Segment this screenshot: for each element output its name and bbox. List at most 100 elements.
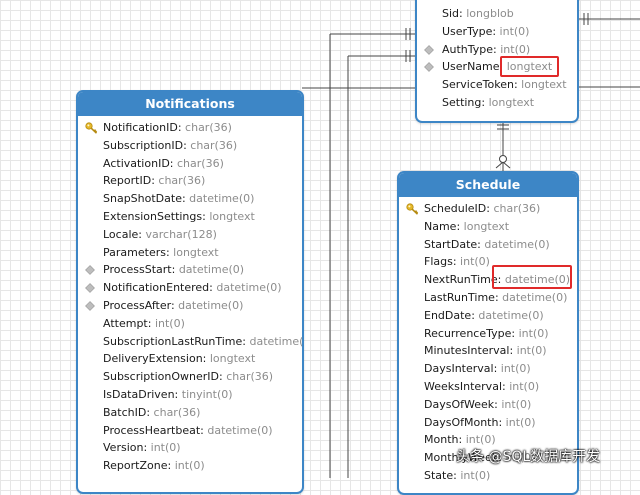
field-name: Sid [442,7,460,20]
field-name: ExtensionSettings [103,209,203,223]
field-name: SubscriptionID [103,138,184,152]
field-type: longtext [209,352,256,366]
field-row[interactable]: Locale: varchar(128) [78,226,302,244]
field-type: char(36) [177,156,224,170]
index-diamond-icon [424,61,437,73]
field-row[interactable]: BatchID: char(36) [78,404,302,422]
field-type: char(36) [185,121,232,134]
field-row[interactable]: SubscriptionLastRunTime: datetime(0) [78,333,302,351]
index-diamond-icon [424,44,437,56]
field-row[interactable]: DeliveryExtension: longtext [78,350,302,368]
field-type: longtext [209,209,255,223]
field-separator: : [492,24,500,38]
field-row[interactable]: ProcessHeartbeat: datetime(0) [78,422,302,440]
field-name: Setting [442,95,482,109]
field-name: WeeksInterval [424,379,502,393]
field-row[interactable]: UserType: int(0) [417,23,577,41]
field-type: char(36) [158,174,206,188]
field-type: int(0) [460,468,491,482]
field-row[interactable]: Setting: longtext [417,94,577,112]
field-name: DaysOfMonth [424,415,499,429]
field-name: RecurrenceType [424,326,512,340]
field-row[interactable]: ReportID: char(36) [78,172,302,190]
field-separator: : [177,121,186,134]
entity-schedule-fields: ScheduleID: char(36) Name: longtext StartD… [399,197,577,485]
field-row[interactable]: NotificationID: char(36) [78,119,302,137]
field-type: tinyint(0) [181,387,233,401]
field-type: char(36) [493,202,541,215]
field-row[interactable]: ExtensionSettings: longtext [78,208,302,226]
field-name: ProcessStart [103,263,172,277]
field-name: EndDate [424,308,472,322]
field-row[interactable]: Parameters: longtext [78,244,302,262]
field-row[interactable]: SnapShotDate: datetime(0) [78,190,302,208]
field-separator: : [456,219,464,233]
field-row[interactable]: ScheduleID: char(36) [399,200,577,218]
field-name: ProcessHeartbeat [103,423,201,437]
field-row[interactable]: Version: int(0) [78,439,302,457]
entity-schedule-title: Schedule [399,173,577,197]
field-row[interactable]: RecurrenceType: int(0) [399,325,577,343]
field-type: int(0) [501,397,532,411]
field-row[interactable]: ActivationID: char(36) [78,155,302,173]
field-row[interactable]: SubscriptionOwnerID: char(36) [78,368,302,386]
field-row[interactable]: WeeksInterval: int(0) [399,378,577,396]
field-name: Flags [424,255,453,269]
field-name: SubscriptionLastRunTime [103,334,243,348]
field-separator: : [147,316,155,330]
field-type: datetime(0) [178,263,245,277]
entity-notifications-fields: NotificationID: char(36) SubscriptionID: … [78,116,302,475]
field-type: datetime(0) [478,308,544,322]
field-row[interactable]: EndDate: datetime(0) [399,307,577,325]
field-row[interactable]: DaysOfMonth: int(0) [399,414,577,432]
field-name: Locale [103,227,139,241]
field-type: char(36) [190,138,238,152]
field-row[interactable]: ServiceToken: longtext [417,76,577,94]
field-separator: : [169,156,177,170]
field-type: datetime(0) [178,298,244,312]
field-row[interactable]: NotificationEntered: datetime(0) [78,279,302,297]
primary-key-icon [85,122,98,134]
watermark: 头条 @SQL数据库开发 [456,449,601,465]
field-row[interactable]: Sid: longblob [417,5,577,23]
field-row[interactable]: ReportZone: int(0) [78,457,302,475]
field-type: char(36) [153,405,201,419]
field-name: State [424,468,454,482]
field-type: int(0) [509,379,540,393]
field-row[interactable]: LastRunTime: datetime(0) [399,289,577,307]
field-name: LastRunTime [424,290,495,304]
field-separator: : [511,326,519,340]
field-name: ProcessAfter [103,298,171,312]
field-type: int(0) [516,344,547,358]
field-row[interactable]: Name: longtext [399,218,577,236]
field-separator: : [498,415,506,429]
field-type: longtext [521,78,567,92]
highlight-username-type [500,56,559,77]
field-name: Parameters [103,245,166,259]
field-name: NotificationEntered [103,281,210,295]
field-row[interactable]: ProcessStart: datetime(0) [78,261,302,279]
field-name: NextRunTime [424,273,498,287]
field-row[interactable]: StartDate: datetime(0) [399,236,577,254]
field-separator: : [171,263,179,277]
field-row[interactable]: MinutesInterval: int(0) [399,342,577,360]
field-row[interactable]: DaysOfWeek: int(0) [399,396,577,414]
field-row[interactable]: DaysInterval: int(0) [399,360,577,378]
field-type: int(0) [150,441,181,455]
field-row[interactable]: Attempt: int(0) [78,315,302,333]
field-name: ReportZone [103,459,168,473]
field-row[interactable]: ProcessAfter: datetime(0) [78,297,302,315]
field-name: Name [424,219,457,233]
field-name: MinutesInterval [424,344,510,358]
field-name: ActivationID [103,156,170,170]
index-diamond-icon [85,264,98,276]
field-name: ReportID [103,174,152,188]
field-row[interactable]: State: int(0) [399,467,577,485]
field-separator: : [481,95,489,109]
field-separator: : [174,387,182,401]
field-row[interactable]: SubscriptionID: char(36) [78,137,302,155]
field-row[interactable]: IsDataDriven: tinyint(0) [78,386,302,404]
entity-notifications[interactable]: Notifications NotificationID: char(36) Su… [76,90,304,494]
field-name: IsDataDriven [103,387,175,401]
field-type: datetime(0) [216,281,282,295]
